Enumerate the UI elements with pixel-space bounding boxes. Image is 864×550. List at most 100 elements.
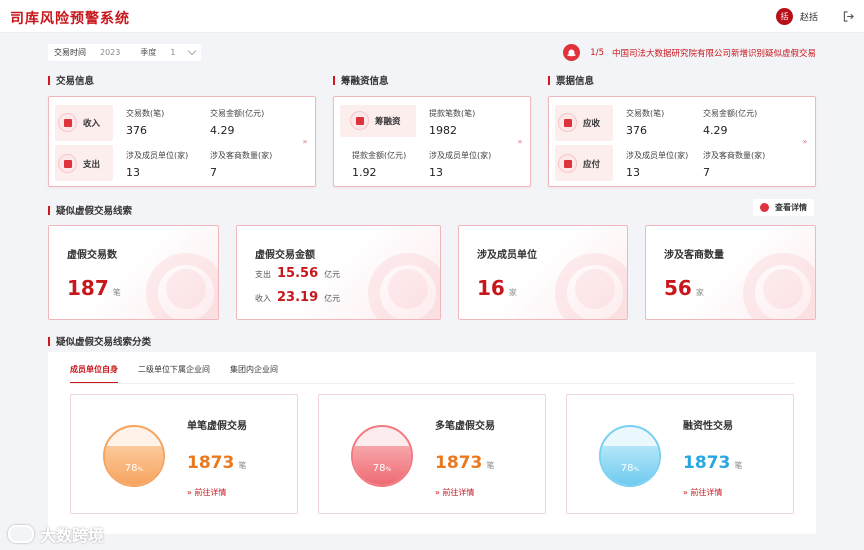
receivable-label: 应收 (558, 113, 600, 132)
notice-text[interactable]: 中国司法大数据研究院有限公司新增识别疑似虚假交易 (612, 47, 816, 59)
more-arrow-icon[interactable]: » (795, 97, 815, 186)
notice-count: 1/5 (590, 47, 604, 58)
card-title: 虚假交易数 (67, 250, 117, 261)
category-value: 1873 笔 (683, 453, 743, 473)
transaction-amount: 交易金额(亿元) 4.29 (210, 109, 265, 137)
section-marker (48, 75, 50, 85)
tab-secondary[interactable]: 二级单位下属企业间 (138, 364, 210, 384)
amount-in-row: 收入 23.19 亿元 (255, 290, 341, 305)
draw-amount: 提款金额(亿元) 1.92 (352, 151, 407, 179)
bill-card: 应收 应付 交易数(笔) 376 交易金额(亿元) 4.29 涉及成员单位(家) 13… (548, 96, 816, 187)
category-title: 融资性交易 (683, 421, 733, 432)
card-value: 16 家 (477, 276, 517, 300)
decor-circle (388, 269, 428, 309)
period-label: 季度 (140, 48, 157, 57)
payable-label: 应付 (558, 154, 600, 173)
decor-circle (763, 269, 803, 309)
fake-count-card[interactable]: 虚假交易数 187 笔 (48, 225, 219, 320)
period-filter[interactable]: 交易时间 2023 季度 1 (48, 44, 202, 61)
section-suspect: 疑似虚假交易线索 (48, 203, 132, 217)
category-card-multi[interactable]: 78% 多笔虚假交易 1873 笔 » 前往详情 (318, 394, 546, 514)
category-value: 1873 笔 (187, 453, 247, 473)
category-card-financing[interactable]: 78% 融资性交易 1873 笔 » 前往详情 (566, 394, 794, 514)
section-bill: 票据信息 (548, 73, 594, 87)
ticket-icon (558, 154, 577, 173)
section-financing: 筹融资信息 (333, 73, 389, 87)
coin-icon (350, 111, 369, 130)
chevron-down-icon[interactable] (188, 46, 197, 56)
alert-notice[interactable]: 1/5 中国司法大数据研究院有限公司新增识别疑似虚假交易 (563, 44, 816, 61)
amount-out-row: 支出 15.56 亿元 (255, 266, 341, 281)
wallet-icon (58, 154, 77, 173)
bill-clients: 涉及客商数量(家) 7 (703, 151, 766, 179)
category-card-single[interactable]: 78% 单笔虚假交易 1873 笔 » 前往详情 (70, 394, 298, 514)
bill-amount: 交易金额(亿元) 4.29 (703, 109, 758, 137)
percent-globe: 78% (599, 425, 661, 487)
go-detail-link[interactable]: » 前往详情 (683, 487, 722, 498)
avatar[interactable]: 括 (775, 8, 793, 25)
watermark: 大数跨境 (8, 522, 104, 546)
section-marker (333, 75, 335, 85)
card-value: 56 家 (664, 276, 704, 300)
category-value: 1873 笔 (435, 453, 495, 473)
card-value: 187 笔 (67, 276, 121, 300)
wallet-icon (58, 113, 77, 132)
bell-icon (563, 44, 581, 61)
category-title: 多笔虚假交易 (435, 421, 495, 432)
category-title: 单笔虚假交易 (187, 421, 247, 432)
eye-icon (760, 203, 769, 212)
percent-globe: 78% (351, 425, 413, 487)
card-title: 涉及客商数量 (664, 250, 724, 261)
year-select[interactable]: 2023 (100, 48, 120, 57)
transaction-card: 收入 支出 交易数(笔) 376 交易金额(亿元) 4.29 涉及成员单位(家) 13… (48, 96, 316, 187)
section-transaction: 交易信息 (48, 73, 94, 87)
watermark-logo (8, 525, 34, 543)
financing-label: 筹融资 (350, 111, 401, 130)
card-title: 涉及成员单位 (477, 250, 537, 261)
user-name[interactable]: 赵括 (800, 10, 818, 23)
decor-circle (575, 269, 615, 309)
card-title: 虚假交易金额 (255, 250, 315, 261)
app-title: 司库风险预警系统 (10, 11, 130, 27)
bill-members: 涉及成员单位(家) 13 (626, 151, 689, 179)
tab-self[interactable]: 成员单位自身 (70, 364, 118, 384)
go-detail-link[interactable]: » 前往详情 (435, 487, 474, 498)
fake-amount-card[interactable]: 虚假交易金额 支出 15.56 亿元 收入 23.19 亿元 (236, 225, 441, 320)
section-title-text: 疑似虚假交易线索 (56, 206, 133, 217)
decor-circle (166, 269, 206, 309)
tab-group[interactable]: 集团内企业间 (230, 364, 278, 384)
more-arrow-icon[interactable]: » (295, 97, 315, 186)
section-title-text: 票据信息 (556, 76, 595, 87)
draw-count: 提款笔数(笔) 1982 (429, 109, 476, 137)
section-title-text: 交易信息 (56, 76, 95, 87)
transaction-count: 交易数(笔) 376 (126, 109, 165, 137)
logout-icon[interactable] (843, 11, 854, 22)
view-detail-button[interactable]: 查看详情 (753, 199, 814, 216)
ticket-icon (558, 113, 577, 132)
income-label: 收入 (58, 113, 100, 132)
section-marker (48, 336, 50, 346)
section-category: 疑似虚假交易线索分类 (48, 334, 151, 348)
section-title-text: 筹融资信息 (341, 76, 389, 87)
filter-bar: 交易时间 2023 季度 1 (48, 44, 202, 61)
user-menu[interactable]: 括 赵括 (775, 8, 818, 25)
percent-globe: 78% (103, 425, 165, 487)
expense-label: 支出 (58, 154, 100, 173)
members-count: 涉及成员单位(家) 13 (126, 151, 189, 179)
top-header: 司库风险预警系统 括 赵括 (0, 0, 864, 33)
section-marker (48, 205, 50, 215)
more-arrow-icon[interactable]: » (510, 97, 530, 186)
clients-card[interactable]: 涉及客商数量 56 家 (645, 225, 816, 320)
category-tabs: 成员单位自身 二级单位下属企业间 集团内企业间 (70, 364, 298, 384)
go-detail-link[interactable]: » 前往详情 (187, 487, 226, 498)
financing-members: 涉及成员单位(家) 13 (429, 151, 492, 179)
category-panel: 成员单位自身 二级单位下属企业间 集团内企业间 78% 单笔虚假交易 1873 笔… (48, 352, 816, 534)
filter-label: 交易时间 (54, 48, 86, 57)
quarter-select[interactable]: 1 (170, 48, 175, 57)
section-marker (548, 75, 550, 85)
bill-count: 交易数(笔) 376 (626, 109, 665, 137)
financing-card: 筹融资 提款笔数(笔) 1982 提款金额(亿元) 1.92 涉及成员单位(家) 13… (333, 96, 531, 187)
clients-count: 涉及客商数量(家) 7 (210, 151, 273, 179)
section-title-text: 疑似虚假交易线索分类 (56, 337, 152, 348)
members-card[interactable]: 涉及成员单位 16 家 (458, 225, 628, 320)
